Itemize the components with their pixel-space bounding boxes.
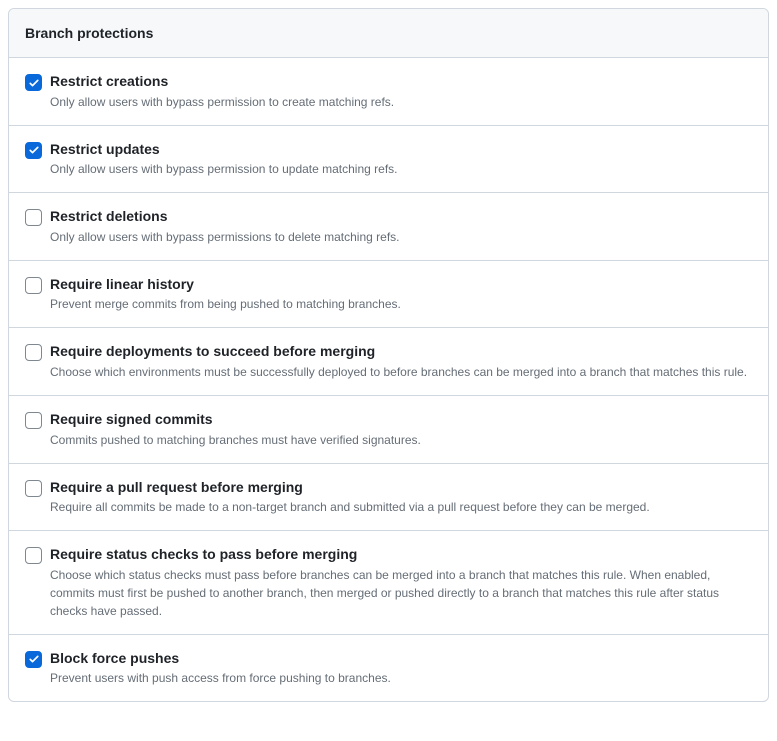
rule-item: Require linear historyPrevent merge comm… bbox=[9, 261, 768, 329]
rule-description: Only allow users with bypass permission … bbox=[50, 160, 752, 178]
rule-description: Require all commits be made to a non-tar… bbox=[50, 498, 752, 516]
panel-header: Branch protections bbox=[9, 9, 768, 58]
rule-checkbox[interactable] bbox=[25, 277, 42, 294]
rule-title[interactable]: Require signed commits bbox=[50, 410, 752, 430]
rule-body: Restrict deletionsOnly allow users with … bbox=[50, 207, 752, 246]
rule-body: Restrict creationsOnly allow users with … bbox=[50, 72, 752, 111]
rule-body: Block force pushesPrevent users with pus… bbox=[50, 649, 752, 688]
rule-checkbox[interactable] bbox=[25, 547, 42, 564]
rule-title[interactable]: Block force pushes bbox=[50, 649, 752, 669]
check-icon bbox=[28, 653, 40, 665]
rule-checkbox[interactable] bbox=[25, 480, 42, 497]
rule-body: Require status checks to pass before mer… bbox=[50, 545, 752, 620]
rule-title[interactable]: Restrict updates bbox=[50, 140, 752, 160]
rule-title[interactable]: Require status checks to pass before mer… bbox=[50, 545, 752, 565]
rule-description: Only allow users with bypass permission … bbox=[50, 93, 752, 111]
check-icon bbox=[28, 144, 40, 156]
rule-checkbox[interactable] bbox=[25, 209, 42, 226]
rule-title[interactable]: Require a pull request before merging bbox=[50, 478, 752, 498]
rule-item: Require a pull request before mergingReq… bbox=[9, 464, 768, 532]
rule-checkbox[interactable] bbox=[25, 651, 42, 668]
rule-body: Restrict updatesOnly allow users with by… bbox=[50, 140, 752, 179]
rule-checkbox[interactable] bbox=[25, 74, 42, 91]
rule-body: Require linear historyPrevent merge comm… bbox=[50, 275, 752, 314]
rule-item: Require deployments to succeed before me… bbox=[9, 328, 768, 396]
rule-item: Restrict creationsOnly allow users with … bbox=[9, 58, 768, 126]
check-icon bbox=[28, 77, 40, 89]
panel-title: Branch protections bbox=[25, 25, 752, 41]
rule-title[interactable]: Restrict creations bbox=[50, 72, 752, 92]
rule-description: Prevent users with push access from forc… bbox=[50, 669, 752, 687]
rule-description: Choose which status checks must pass bef… bbox=[50, 566, 752, 620]
rule-description: Commits pushed to matching branches must… bbox=[50, 431, 752, 449]
rule-list: Restrict creationsOnly allow users with … bbox=[9, 58, 768, 701]
rule-title[interactable]: Restrict deletions bbox=[50, 207, 752, 227]
rule-description: Only allow users with bypass permissions… bbox=[50, 228, 752, 246]
rule-description: Choose which environments must be succes… bbox=[50, 363, 752, 381]
rule-item: Require status checks to pass before mer… bbox=[9, 531, 768, 635]
rule-item: Require signed commitsCommits pushed to … bbox=[9, 396, 768, 464]
rule-item: Restrict deletionsOnly allow users with … bbox=[9, 193, 768, 261]
rule-body: Require deployments to succeed before me… bbox=[50, 342, 752, 381]
rule-item: Block force pushesPrevent users with pus… bbox=[9, 635, 768, 702]
rule-title[interactable]: Require deployments to succeed before me… bbox=[50, 342, 752, 362]
rule-checkbox[interactable] bbox=[25, 412, 42, 429]
rule-body: Require a pull request before mergingReq… bbox=[50, 478, 752, 517]
rule-checkbox[interactable] bbox=[25, 142, 42, 159]
rule-item: Restrict updatesOnly allow users with by… bbox=[9, 126, 768, 194]
rule-checkbox[interactable] bbox=[25, 344, 42, 361]
branch-protections-panel: Branch protections Restrict creationsOnl… bbox=[8, 8, 769, 702]
rule-body: Require signed commitsCommits pushed to … bbox=[50, 410, 752, 449]
rule-title[interactable]: Require linear history bbox=[50, 275, 752, 295]
rule-description: Prevent merge commits from being pushed … bbox=[50, 295, 752, 313]
